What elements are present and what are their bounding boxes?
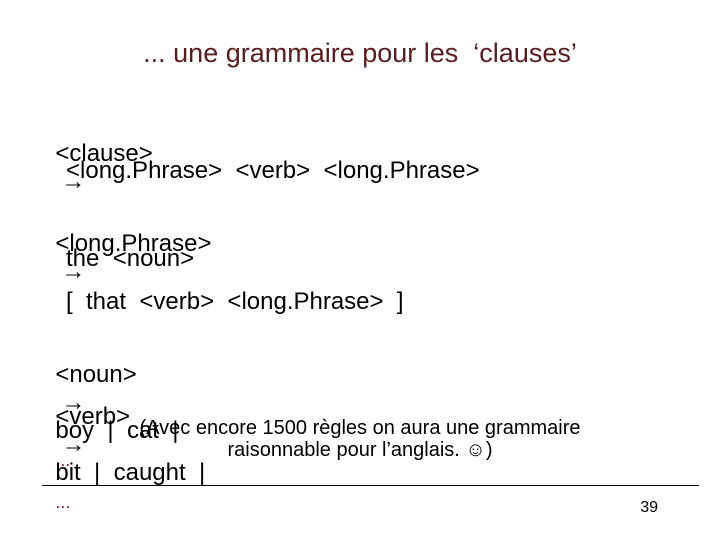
footnote: (Avec encore 1500 règles on aura une gra… (60, 417, 660, 461)
footnote-line-2: raisonnable pour l’anglais. ☺) (227, 439, 493, 461)
rule-longphrase-expansion-1: the <noun> (66, 245, 195, 272)
rule-longphrase: <long.Phrase> → (42, 202, 231, 286)
rule-clause-expansion: <long.Phrase> <verb> <long.Phrase> (66, 157, 480, 184)
rule-rhs: bit | caught | (55, 459, 206, 486)
page-number: 39 (640, 499, 658, 516)
footnote-line-1: (Avec encore 1500 règles on aura une gra… (139, 417, 581, 439)
slide-title: ... une grammaire pour les ‘clauses’ (143, 38, 577, 68)
ellipsis: ... (55, 492, 71, 512)
rule-longphrase-expansion-2: [ that <verb> <long.Phrase> ] (66, 288, 404, 315)
footer-divider (42, 485, 699, 486)
